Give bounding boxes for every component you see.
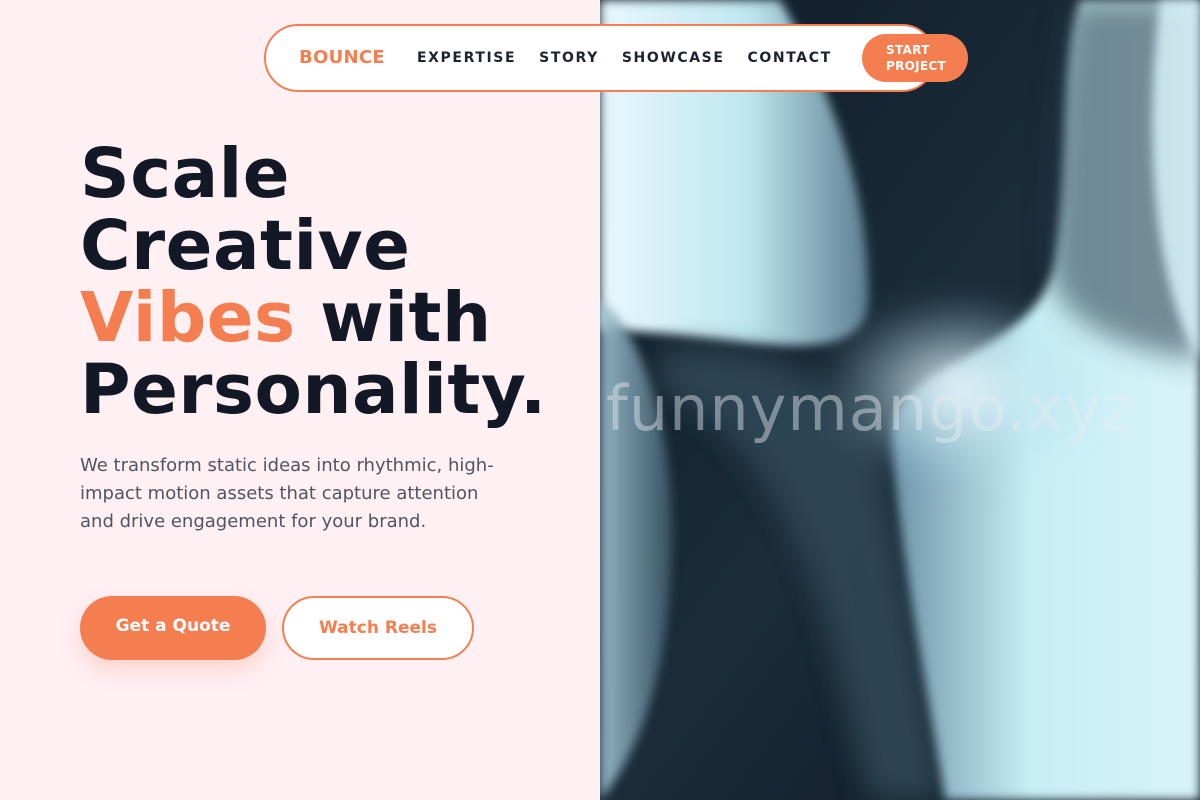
hero-abstract-image: funnymango.xyz (600, 0, 1200, 800)
headline-line-3-rest: with (295, 278, 492, 358)
nav-link-expertise[interactable]: EXPERTISE (417, 50, 516, 66)
brand-logo-text[interactable]: BOUNCE (299, 47, 385, 68)
get-a-quote-button[interactable]: Get a Quote (80, 596, 266, 660)
watch-reels-button[interactable]: Watch Reels (282, 596, 474, 660)
headline-line-4: Personality. (80, 350, 547, 430)
hero-headline: Scale Creative Vibes with Personality. (80, 138, 600, 426)
start-project-button[interactable]: START PROJECT (862, 34, 968, 82)
headline-line-3: Vibes with (80, 282, 600, 354)
nav-links: EXPERTISE STORY SHOWCASE CONTACT (417, 50, 855, 66)
nav-link-showcase[interactable]: SHOWCASE (622, 50, 725, 66)
nav-link-contact[interactable]: CONTACT (748, 50, 832, 66)
hero-description: We transform static ideas into rhythmic,… (80, 455, 494, 532)
headline-line-1: Scale (80, 134, 291, 214)
start-project-label-line1: START (886, 43, 930, 57)
headline-accent-word: Vibes (80, 278, 296, 358)
top-navigation-bar: BOUNCE EXPERTISE STORY SHOWCASE CONTACT … (264, 24, 968, 92)
watermark-text: funnymango.xyz (606, 372, 1136, 445)
nav-link-story[interactable]: STORY (539, 50, 599, 66)
headline-line-2: Creative (80, 206, 411, 286)
start-project-label-line2: PROJECT (886, 59, 946, 73)
